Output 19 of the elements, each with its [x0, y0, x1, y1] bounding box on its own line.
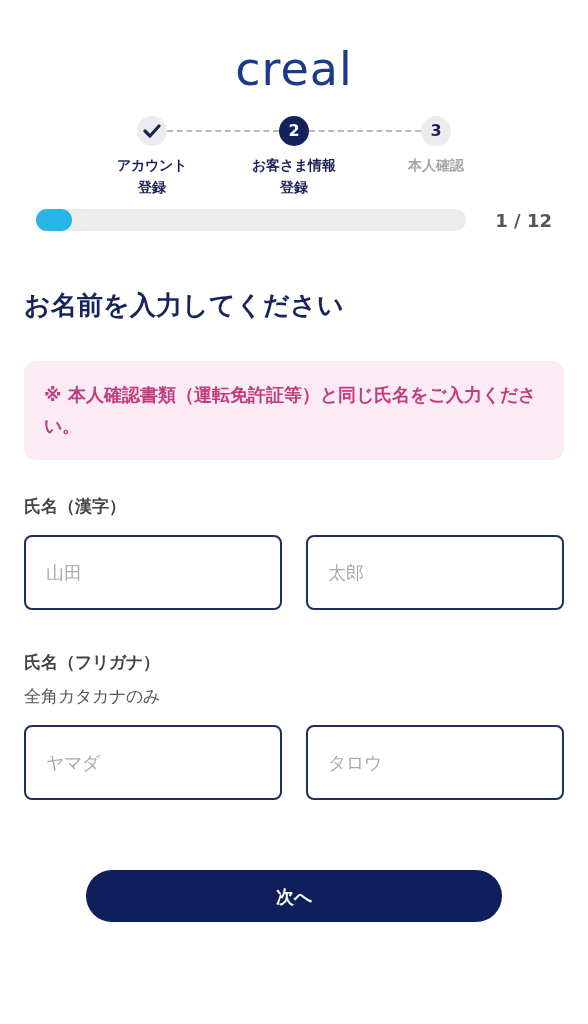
step-label: お客さま情報: [252, 156, 336, 175]
page-heading: お名前を入力してください: [24, 288, 345, 322]
field-label: 氏名（漢字）: [24, 494, 127, 518]
step-label: アカウント: [117, 156, 187, 175]
field-label: 氏名（フリガナ）: [24, 651, 161, 675]
input-field[interactable]: ヤマダ: [24, 725, 282, 801]
progress-count: 1 / 12: [495, 208, 552, 233]
step-label: 登録: [280, 178, 308, 198]
field-hint: 全角カタカナのみ: [24, 684, 161, 708]
step-number: 2: [279, 116, 309, 146]
input-field[interactable]: 山田: [24, 535, 282, 611]
step-label: 本人確認: [408, 156, 464, 175]
step-number: 3: [421, 116, 451, 146]
step-label: 登録: [138, 178, 166, 198]
input-field[interactable]: タロウ: [306, 725, 564, 801]
notice-message: ※ 本人確認書類（運転免許証等）と同じ氏名をご入力ください。: [24, 360, 564, 460]
input-field[interactable]: 太郎: [306, 535, 564, 611]
logo: creal: [235, 46, 353, 92]
next-button[interactable]: 次へ: [86, 870, 502, 923]
